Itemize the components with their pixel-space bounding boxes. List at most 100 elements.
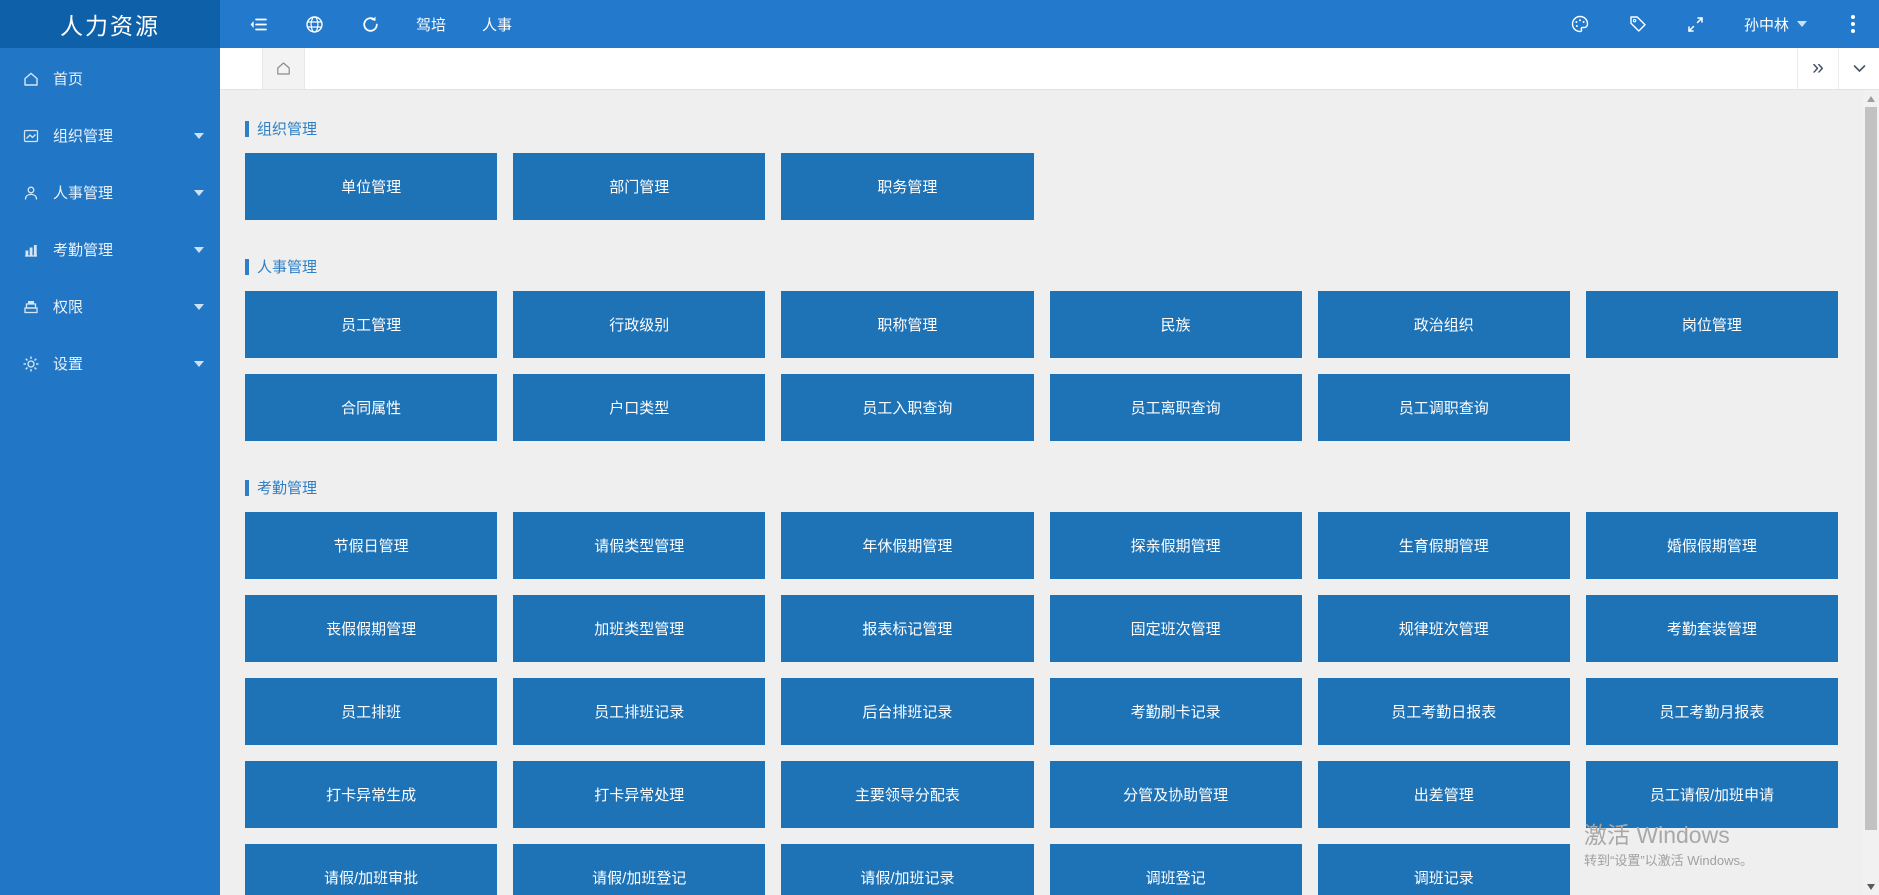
scrollbar-thumb[interactable] — [1865, 107, 1877, 830]
palette-icon[interactable] — [1570, 14, 1590, 34]
more-tabs-button[interactable]: » — [1797, 48, 1838, 89]
permission-icon — [22, 298, 40, 316]
sidebar-item-organization[interactable]: 组织管理 — [0, 107, 220, 164]
module-button[interactable]: 户口类型 — [513, 374, 765, 441]
module-button[interactable]: 节假日管理 — [245, 512, 497, 579]
section-header: 考勤管理 — [245, 477, 1838, 498]
home-tab-icon — [275, 60, 292, 77]
module-button[interactable]: 主要领导分配表 — [781, 761, 1033, 828]
module-button[interactable]: 后台排班记录 — [781, 678, 1033, 745]
section-accent-bar — [245, 259, 249, 275]
module-button[interactable]: 加班类型管理 — [513, 595, 765, 662]
navbar-menu-renshi[interactable]: 人事 — [482, 14, 512, 35]
module-button[interactable]: 考勤刷卡记录 — [1050, 678, 1302, 745]
module-section: 考勤管理 节假日管理 请假类型管理 年休假期管理 探亲假期管理 生育假期管理 婚… — [245, 477, 1838, 895]
user-menu[interactable]: 孙中林 — [1744, 14, 1807, 35]
sidebar-item-personnel[interactable]: 人事管理 — [0, 164, 220, 221]
scroll-down-arrow-icon[interactable] — [1867, 884, 1875, 890]
module-section: 组织管理 单位管理 部门管理 职务管理 — [245, 118, 1838, 220]
module-button[interactable]: 请假/加班记录 — [781, 844, 1033, 895]
sidebar-item-label: 考勤管理 — [53, 239, 194, 260]
module-button[interactable]: 婚假假期管理 — [1586, 512, 1838, 579]
module-button[interactable]: 调班记录 — [1318, 844, 1570, 895]
module-button[interactable]: 岗位管理 — [1586, 291, 1838, 358]
section-grid: 节假日管理 请假类型管理 年休假期管理 探亲假期管理 生育假期管理 婚假假期管理… — [245, 512, 1838, 895]
module-button[interactable]: 丧假假期管理 — [245, 595, 497, 662]
navbar-left-group: 驾培 人事 — [220, 14, 512, 35]
section-grid: 单位管理 部门管理 职务管理 — [245, 153, 1838, 220]
sidebar-item-permission[interactable]: 权限 — [0, 278, 220, 335]
section-title: 组织管理 — [257, 118, 317, 139]
organization-icon — [22, 127, 40, 145]
module-button[interactable]: 打卡异常处理 — [513, 761, 765, 828]
module-button[interactable]: 员工调职查询 — [1318, 374, 1570, 441]
sidebar-item-label: 权限 — [53, 296, 194, 317]
globe-icon[interactable] — [304, 14, 324, 34]
module-button[interactable]: 员工请假/加班申请 — [1586, 761, 1838, 828]
module-button[interactable]: 分管及协助管理 — [1050, 761, 1302, 828]
fullscreen-icon[interactable] — [1686, 14, 1706, 34]
module-button[interactable]: 请假/加班审批 — [245, 844, 497, 895]
module-button[interactable]: 员工排班记录 — [513, 678, 765, 745]
vertical-scrollbar[interactable] — [1863, 90, 1879, 895]
module-button[interactable]: 员工管理 — [245, 291, 497, 358]
chevron-down-icon — [194, 190, 204, 196]
user-name: 孙中林 — [1744, 14, 1789, 35]
main-content: 组织管理 单位管理 部门管理 职务管理 人事管理 员工管理 行政级别 职称管理 … — [220, 90, 1863, 895]
module-button[interactable]: 员工考勤日报表 — [1318, 678, 1570, 745]
tab-bar: » — [220, 48, 1879, 90]
chevron-down-icon — [194, 133, 204, 139]
sidebar-item-settings[interactable]: 设置 — [0, 335, 220, 392]
module-button[interactable]: 生育假期管理 — [1318, 512, 1570, 579]
module-button[interactable]: 打卡异常生成 — [245, 761, 497, 828]
navbar-menu-jiapei[interactable]: 驾培 — [416, 14, 446, 35]
sidebar-item-label: 首页 — [53, 68, 204, 89]
module-button[interactable]: 请假/加班登记 — [513, 844, 765, 895]
sidebar-item-label: 人事管理 — [53, 182, 194, 203]
module-button[interactable]: 行政级别 — [513, 291, 765, 358]
section-title: 人事管理 — [257, 256, 317, 277]
tab-actions-dropdown-button[interactable] — [1838, 48, 1879, 89]
top-navbar: 驾培 人事 孙中林 — [220, 0, 1879, 48]
module-button[interactable]: 职称管理 — [781, 291, 1033, 358]
module-button[interactable]: 探亲假期管理 — [1050, 512, 1302, 579]
module-button[interactable]: 出差管理 — [1318, 761, 1570, 828]
module-button[interactable]: 政治组织 — [1318, 291, 1570, 358]
sidebar-item-home[interactable]: 首页 — [0, 50, 220, 107]
module-button[interactable]: 员工入职查询 — [781, 374, 1033, 441]
home-icon — [22, 70, 40, 88]
scroll-up-arrow-icon[interactable] — [1867, 96, 1875, 102]
tab-controls: » — [1797, 48, 1879, 89]
module-button[interactable]: 职务管理 — [781, 153, 1033, 220]
kebab-menu-icon[interactable] — [1845, 13, 1861, 35]
module-button[interactable]: 年休假期管理 — [781, 512, 1033, 579]
module-button[interactable]: 员工考勤月报表 — [1586, 678, 1838, 745]
module-button[interactable]: 民族 — [1050, 291, 1302, 358]
sections: 组织管理 单位管理 部门管理 职务管理 人事管理 员工管理 行政级别 职称管理 … — [245, 118, 1838, 895]
attendance-icon — [22, 241, 40, 259]
module-button[interactable]: 请假类型管理 — [513, 512, 765, 579]
section-accent-bar — [245, 480, 249, 496]
sidebar-item-attendance[interactable]: 考勤管理 — [0, 221, 220, 278]
module-button[interactable]: 员工排班 — [245, 678, 497, 745]
module-button[interactable]: 规律班次管理 — [1318, 595, 1570, 662]
collapse-sidebar-icon[interactable] — [248, 14, 268, 34]
chevron-down-icon — [194, 361, 204, 367]
user-chevron-down-icon — [1797, 21, 1807, 27]
module-button[interactable]: 员工离职查询 — [1050, 374, 1302, 441]
section-accent-bar — [245, 121, 249, 137]
section-header: 人事管理 — [245, 256, 1838, 277]
module-button[interactable]: 考勤套装管理 — [1586, 595, 1838, 662]
module-button[interactable]: 单位管理 — [245, 153, 497, 220]
tab-home[interactable] — [262, 48, 305, 89]
module-button[interactable]: 固定班次管理 — [1050, 595, 1302, 662]
section-header: 组织管理 — [245, 118, 1838, 139]
refresh-icon[interactable] — [360, 14, 380, 34]
module-button[interactable]: 调班登记 — [1050, 844, 1302, 895]
module-button[interactable]: 部门管理 — [513, 153, 765, 220]
person-icon — [22, 184, 40, 202]
module-button[interactable]: 合同属性 — [245, 374, 497, 441]
tag-icon[interactable] — [1628, 14, 1648, 34]
sidebar: 人力资源 首页 组织管理 人事管理 — [0, 0, 220, 895]
module-button[interactable]: 报表标记管理 — [781, 595, 1033, 662]
